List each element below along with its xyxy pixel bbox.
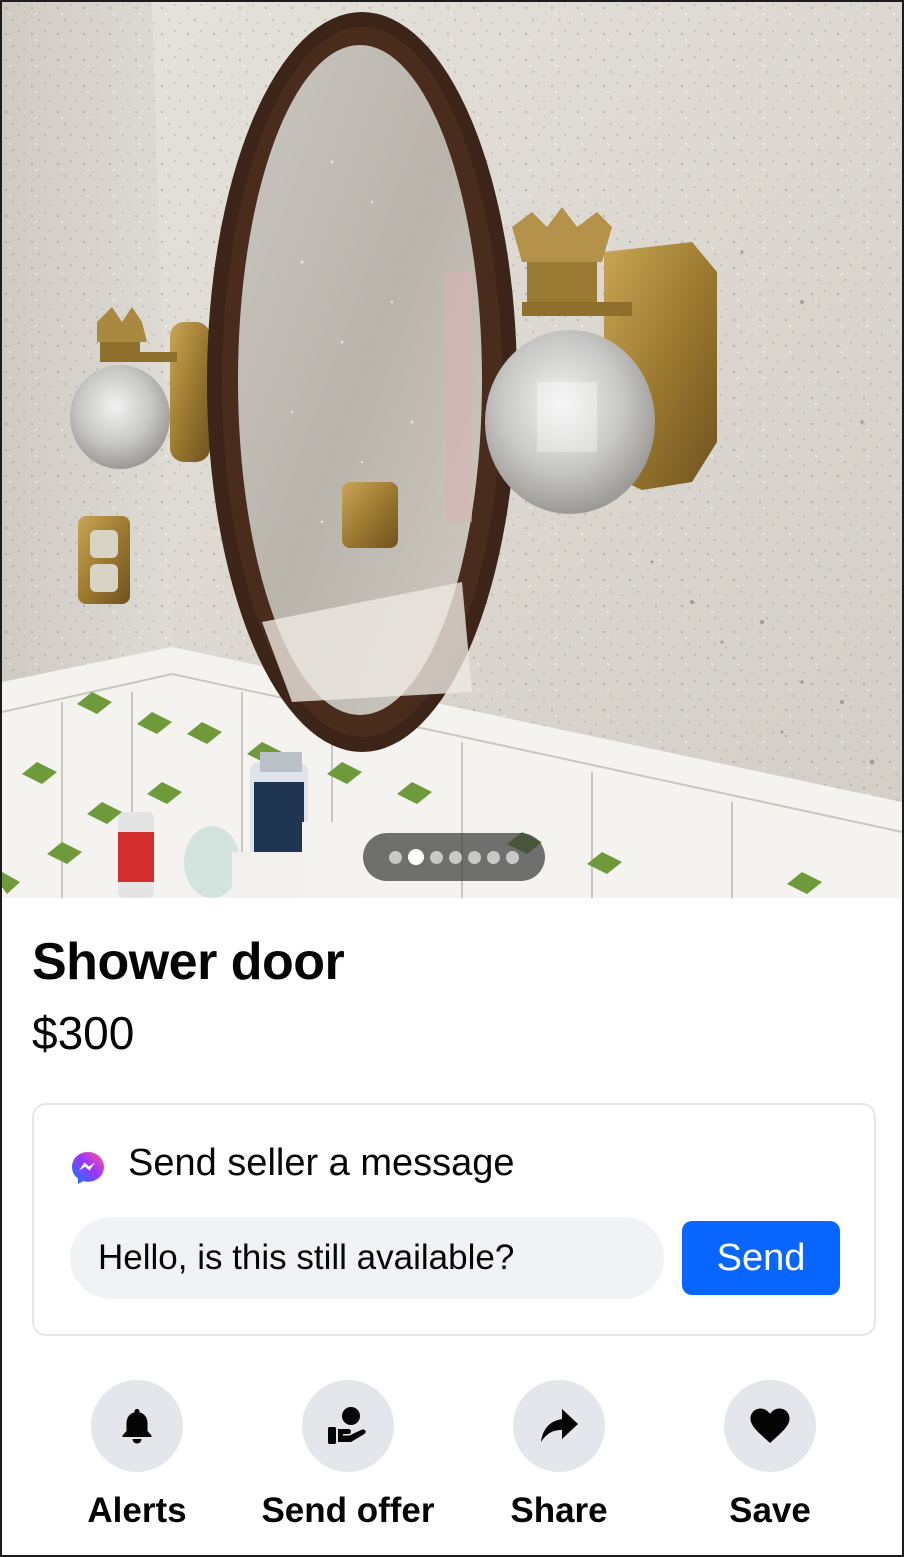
listing-photo[interactable] [2, 2, 902, 898]
save-button[interactable] [724, 1380, 816, 1472]
alerts-action[interactable]: Alerts [27, 1380, 247, 1532]
send-offer-label: Send offer [261, 1491, 435, 1530]
share-button[interactable] [513, 1380, 605, 1472]
listing-photo-image [2, 2, 902, 898]
share-action[interactable]: Share [449, 1380, 669, 1532]
save-label: Save [729, 1491, 811, 1530]
carousel-dot[interactable] [430, 850, 443, 864]
carousel-dot[interactable] [487, 850, 500, 864]
carousel-dot-active[interactable] [408, 849, 424, 865]
share-label: Share [510, 1491, 608, 1530]
carousel-dot[interactable] [506, 850, 519, 864]
carousel-indicator[interactable] [363, 833, 545, 881]
listing-title: Shower door [32, 933, 345, 991]
listing-price: $300 [32, 1007, 135, 1059]
send-offer-action[interactable]: Send offer [238, 1380, 458, 1532]
card-header: Send seller a message [70, 1139, 515, 1187]
carousel-dot[interactable] [389, 850, 402, 864]
carousel-dot[interactable] [449, 850, 462, 864]
send-message-card: Send seller a message Hello, is this sti… [32, 1103, 876, 1336]
send-offer-button[interactable] [302, 1380, 394, 1472]
message-input[interactable]: Hello, is this still available? [70, 1217, 664, 1299]
alerts-button[interactable] [91, 1380, 183, 1472]
messenger-icon [72, 1152, 104, 1184]
listing-screen: Shower door $300 Send seller a message H… [0, 0, 904, 1557]
alerts-label: Alerts [87, 1491, 187, 1530]
offer-icon [328, 1407, 366, 1444]
card-title: Send seller a message [128, 1142, 515, 1184]
carousel-dot[interactable] [468, 850, 481, 864]
action-bar: Alerts Send offer Share Save [2, 1380, 902, 1540]
heart-icon [750, 1408, 790, 1443]
save-action[interactable]: Save [660, 1380, 880, 1532]
bell-icon [122, 1409, 152, 1444]
send-button[interactable]: Send [682, 1221, 840, 1295]
share-icon [541, 1409, 578, 1442]
